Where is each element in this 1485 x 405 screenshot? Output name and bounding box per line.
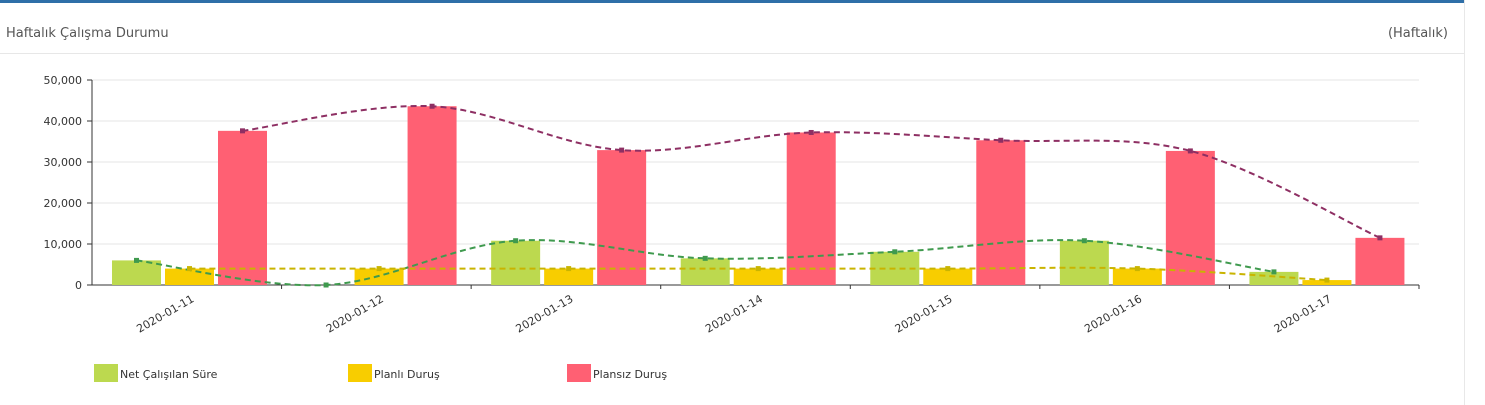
trend-point	[566, 266, 572, 272]
x-tick-label: 2020-01-11	[134, 292, 196, 335]
trend-point	[892, 249, 898, 255]
trend-point	[808, 129, 814, 135]
legend-label: Net Çalışılan Süre	[120, 368, 218, 381]
trend-point	[376, 266, 382, 272]
legend-label: Plansız Duruş	[593, 368, 667, 381]
trend-point	[429, 103, 435, 109]
bar	[218, 130, 267, 285]
bar	[680, 258, 730, 285]
x-tick-label: 2020-01-13	[514, 292, 576, 335]
bar	[976, 140, 1026, 285]
trend-point	[134, 257, 139, 263]
panel-right-border	[1464, 0, 1465, 405]
x-tick-label: 2020-01-16	[1082, 292, 1144, 335]
bar	[786, 132, 836, 285]
trend-point	[1187, 148, 1193, 154]
trend-point	[187, 266, 192, 272]
trend-point	[1081, 238, 1087, 244]
x-tick-label: 2020-01-17	[1272, 292, 1334, 335]
bar	[597, 150, 647, 285]
trend-point	[619, 147, 625, 153]
x-tick-label: 2020-01-12	[324, 292, 386, 335]
trend-point	[1271, 269, 1277, 275]
x-tick-labels: 2020-01-11 2020-01-12 2020-01-13 2020-01-14…	[134, 285, 1420, 336]
y-tick-label: 0	[75, 279, 82, 292]
y-tick-label: 50,000	[44, 74, 83, 87]
y-tick-label: 30,000	[44, 156, 83, 169]
trend-point	[1134, 266, 1140, 272]
trend-point	[513, 238, 519, 244]
trend-point	[755, 266, 761, 272]
bar	[1355, 237, 1405, 285]
bar	[1165, 150, 1215, 285]
legend-swatch	[348, 364, 372, 382]
y-tick-label: 40,000	[44, 115, 83, 128]
x-tick-label: 2020-01-15	[893, 292, 955, 335]
chart-svg: 0 10,000 20,000 30,000 40,000 50,000 2020-01-1…	[44, 74, 1420, 382]
legend: Net Çalışılan Süre Planlı Duruş Plansız Du…	[94, 364, 667, 382]
bar	[1059, 240, 1109, 285]
trend-point	[945, 266, 951, 272]
trend-point	[240, 128, 245, 134]
y-tick-label: 10,000	[44, 238, 83, 251]
trend-point	[702, 255, 708, 261]
trend-point	[323, 282, 329, 288]
legend-label: Planlı Duruş	[374, 368, 440, 381]
trend-point	[998, 137, 1004, 143]
trend-point	[1377, 235, 1383, 241]
bar	[491, 240, 541, 285]
x-tick-label: 2020-01-14	[703, 292, 765, 335]
legend-swatch	[94, 364, 118, 382]
y-tick-label: 20,000	[44, 197, 83, 210]
legend-swatch	[567, 364, 591, 382]
bar	[112, 260, 161, 285]
bar	[407, 106, 457, 286]
trend-point	[1324, 277, 1330, 283]
